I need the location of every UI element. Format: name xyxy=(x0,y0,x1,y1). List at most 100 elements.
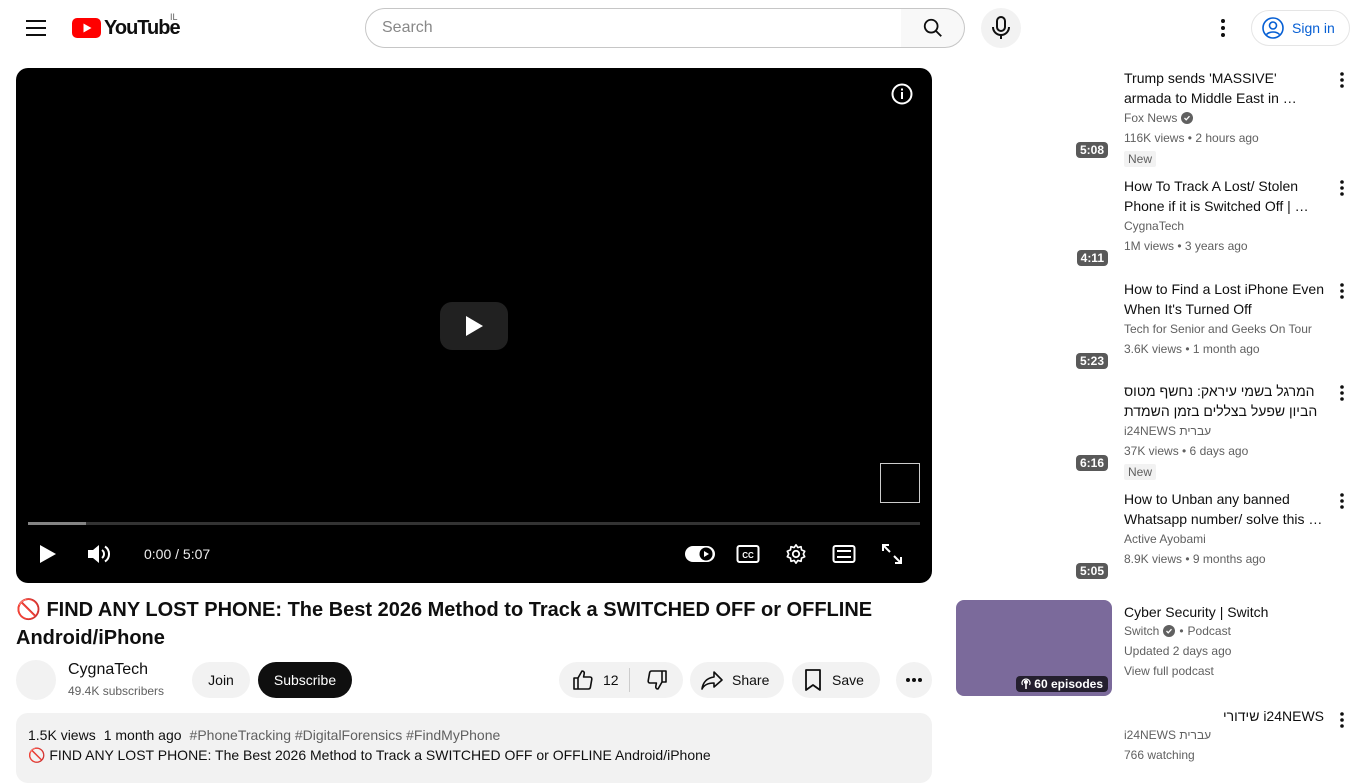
separator-dot: • xyxy=(1179,624,1184,638)
more-actions-button[interactable] xyxy=(896,662,932,698)
duration-badge: 4:11 xyxy=(1076,250,1108,266)
autoplay-toggle[interactable] xyxy=(684,538,716,570)
recommendation-title[interactable]: How to Unban any banned Whatsapp number/… xyxy=(1124,489,1324,529)
podcast-item[interactable]: 60 episodes Cyber Security | Switch Swit… xyxy=(956,600,1356,700)
channel-name: Switch xyxy=(1124,624,1160,638)
recommendation-item[interactable]: 5:23 How to Find a Lost iPhone Even When… xyxy=(956,279,1356,379)
podcast-title[interactable]: Cyber Security | Switch xyxy=(1124,602,1324,622)
video-thumbnail[interactable]: 6:16 xyxy=(956,381,1112,475)
dislike-button[interactable] xyxy=(630,662,683,698)
recommendation-channel[interactable]: i24NEWS עברית xyxy=(1124,424,1211,438)
more-horiz-icon xyxy=(906,678,922,682)
recommendation-channel[interactable]: Fox News xyxy=(1124,111,1194,125)
video-player[interactable]: 0:00 / 5:07 CC xyxy=(16,68,932,583)
fullscreen-icon xyxy=(882,544,902,564)
more-vert-icon xyxy=(1340,72,1344,88)
video-thumbnail[interactable]: 4:11 xyxy=(956,176,1112,270)
video-thumbnail[interactable]: 5:08 xyxy=(956,68,1112,162)
description-text: 🚫 FIND ANY LOST PHONE: The Best 2026 Met… xyxy=(28,747,711,763)
sign-in-label: Sign in xyxy=(1292,20,1335,36)
settings-menu-button[interactable] xyxy=(1208,12,1238,44)
fullscreen-button[interactable] xyxy=(876,538,908,570)
logo-text: YouTube xyxy=(104,16,181,39)
owner-and-actions-row: CygnaTech 49.4K subscribers Join Subscri… xyxy=(16,660,932,700)
hashtags[interactable]: #PhoneTracking #DigitalForensics #FindMy… xyxy=(190,727,501,743)
sign-in-button[interactable]: Sign in xyxy=(1251,10,1350,46)
join-button[interactable]: Join xyxy=(192,662,250,698)
subscriber-count: 49.4K subscribers xyxy=(68,684,165,698)
recommendation-title[interactable]: How To Track A Lost/ Stolen Phone if it … xyxy=(1124,176,1324,216)
search-button[interactable] xyxy=(901,8,965,48)
thumbs-down-icon xyxy=(646,670,667,690)
youtube-logo[interactable]: YouTube xyxy=(72,16,181,40)
recommendation-menu-button[interactable] xyxy=(1332,491,1352,511)
podcast-channel[interactable]: Switch • Podcast xyxy=(1124,624,1231,638)
recommendation-menu-button[interactable] xyxy=(1332,70,1352,90)
mute-button[interactable] xyxy=(84,538,116,570)
view-full-podcast-link[interactable]: View full podcast xyxy=(1124,664,1214,678)
gear-icon xyxy=(786,544,806,564)
video-thumbnail[interactable]: 5:23 xyxy=(956,279,1112,373)
info-icon[interactable] xyxy=(890,82,914,106)
search-input[interactable]: Search xyxy=(365,8,902,48)
recommendation-item[interactable]: 4:11 How To Track A Lost/ Stolen Phone i… xyxy=(956,176,1356,276)
subtitles-button[interactable]: CC xyxy=(732,538,764,570)
recommendation-menu-button[interactable] xyxy=(1332,710,1352,730)
channel-name: Tech for Senior and Geeks On Tour xyxy=(1124,322,1312,336)
like-count: 12 xyxy=(603,672,619,688)
recommendation-item[interactable]: 5:05 How to Unban any banned Whatsapp nu… xyxy=(956,489,1356,589)
description-box[interactable]: 1.5K views 1 month ago #PhoneTracking #D… xyxy=(16,713,932,783)
settings-button[interactable] xyxy=(780,538,812,570)
duration-badge: 5:05 xyxy=(1075,563,1108,579)
progress-bar[interactable] xyxy=(28,522,920,525)
like-button[interactable]: 12 xyxy=(559,662,629,698)
content-type: Podcast xyxy=(1187,624,1231,638)
recommendation-meta: 1M views • 3 years ago xyxy=(1124,239,1248,253)
recommendation-meta: 8.9K views • 9 months ago xyxy=(1124,552,1266,566)
verified-icon xyxy=(1181,112,1194,124)
voice-search-button[interactable] xyxy=(981,8,1021,48)
subscribe-button[interactable]: Subscribe xyxy=(258,662,352,698)
save-label: Save xyxy=(832,672,864,688)
hamburger-icon xyxy=(26,20,46,36)
recommendation-channel[interactable]: Active Ayobami xyxy=(1124,532,1206,546)
recommendation-item[interactable]: 5:08 Trump sends 'MASSIVE' armada to Mid… xyxy=(956,68,1356,168)
recommendation-title[interactable]: Trump sends 'MASSIVE' armada to Middle E… xyxy=(1124,68,1324,108)
volume-icon xyxy=(88,545,111,563)
verified-icon xyxy=(1163,625,1176,637)
recommendation-meta: 3.6K views • 1 month ago xyxy=(1124,342,1260,356)
channel-avatar[interactable] xyxy=(16,660,56,700)
endscreen-thumbnail[interactable] xyxy=(880,463,920,503)
recommendation-channel[interactable]: Tech for Senior and Geeks On Tour xyxy=(1124,322,1312,336)
channel-name[interactable]: CygnaTech xyxy=(68,661,148,679)
video-thumbnail[interactable]: 5:05 xyxy=(956,489,1112,583)
recommendation-title[interactable]: How to Find a Lost iPhone Even When It's… xyxy=(1124,279,1324,319)
share-button[interactable]: Share xyxy=(690,662,784,698)
play-button[interactable] xyxy=(32,538,64,570)
large-play-button[interactable] xyxy=(440,302,508,350)
recommendation-menu-button[interactable] xyxy=(1332,178,1352,198)
recommendation-menu-button[interactable] xyxy=(1332,281,1352,301)
play-icon xyxy=(466,316,483,336)
recommendation-title[interactable]: המרגל בשמי עיראק: נחשף מטוס הביון שפעל ב… xyxy=(1124,381,1324,421)
channel-name: Active Ayobami xyxy=(1124,532,1206,546)
recommendation-channel[interactable]: CygnaTech xyxy=(1124,219,1184,233)
recommendation-menu-button[interactable] xyxy=(1332,383,1352,403)
time-display: 0:00 / 5:07 xyxy=(144,546,211,562)
channel-name: Fox News xyxy=(1124,111,1178,125)
new-badge: New xyxy=(1124,151,1157,167)
podcast-thumbnail[interactable]: 60 episodes xyxy=(956,600,1112,696)
live-title[interactable]: i24NEWS שידורי xyxy=(1124,706,1324,726)
live-watching: 766 watching xyxy=(1124,748,1195,762)
live-channel[interactable]: i24NEWS עברית xyxy=(1124,728,1211,742)
recommendation-item[interactable]: 6:16 המרגל בשמי עיראק: נחשף מטוס הביון ש… xyxy=(956,381,1356,481)
theater-mode-button[interactable] xyxy=(828,538,860,570)
menu-button[interactable] xyxy=(20,12,52,44)
thumbs-up-icon xyxy=(573,670,593,690)
recommendation-meta: 37K views • 6 days ago xyxy=(1124,444,1249,458)
account-circle-icon xyxy=(1262,17,1284,39)
like-dislike-group: 12 xyxy=(559,662,683,698)
save-button[interactable]: Save xyxy=(792,662,880,698)
live-item[interactable]: i24NEWS שידורי i24NEWS עברית 766 watchin… xyxy=(956,704,1356,774)
description-info: 1.5K views 1 month ago #PhoneTracking #D… xyxy=(28,727,920,743)
